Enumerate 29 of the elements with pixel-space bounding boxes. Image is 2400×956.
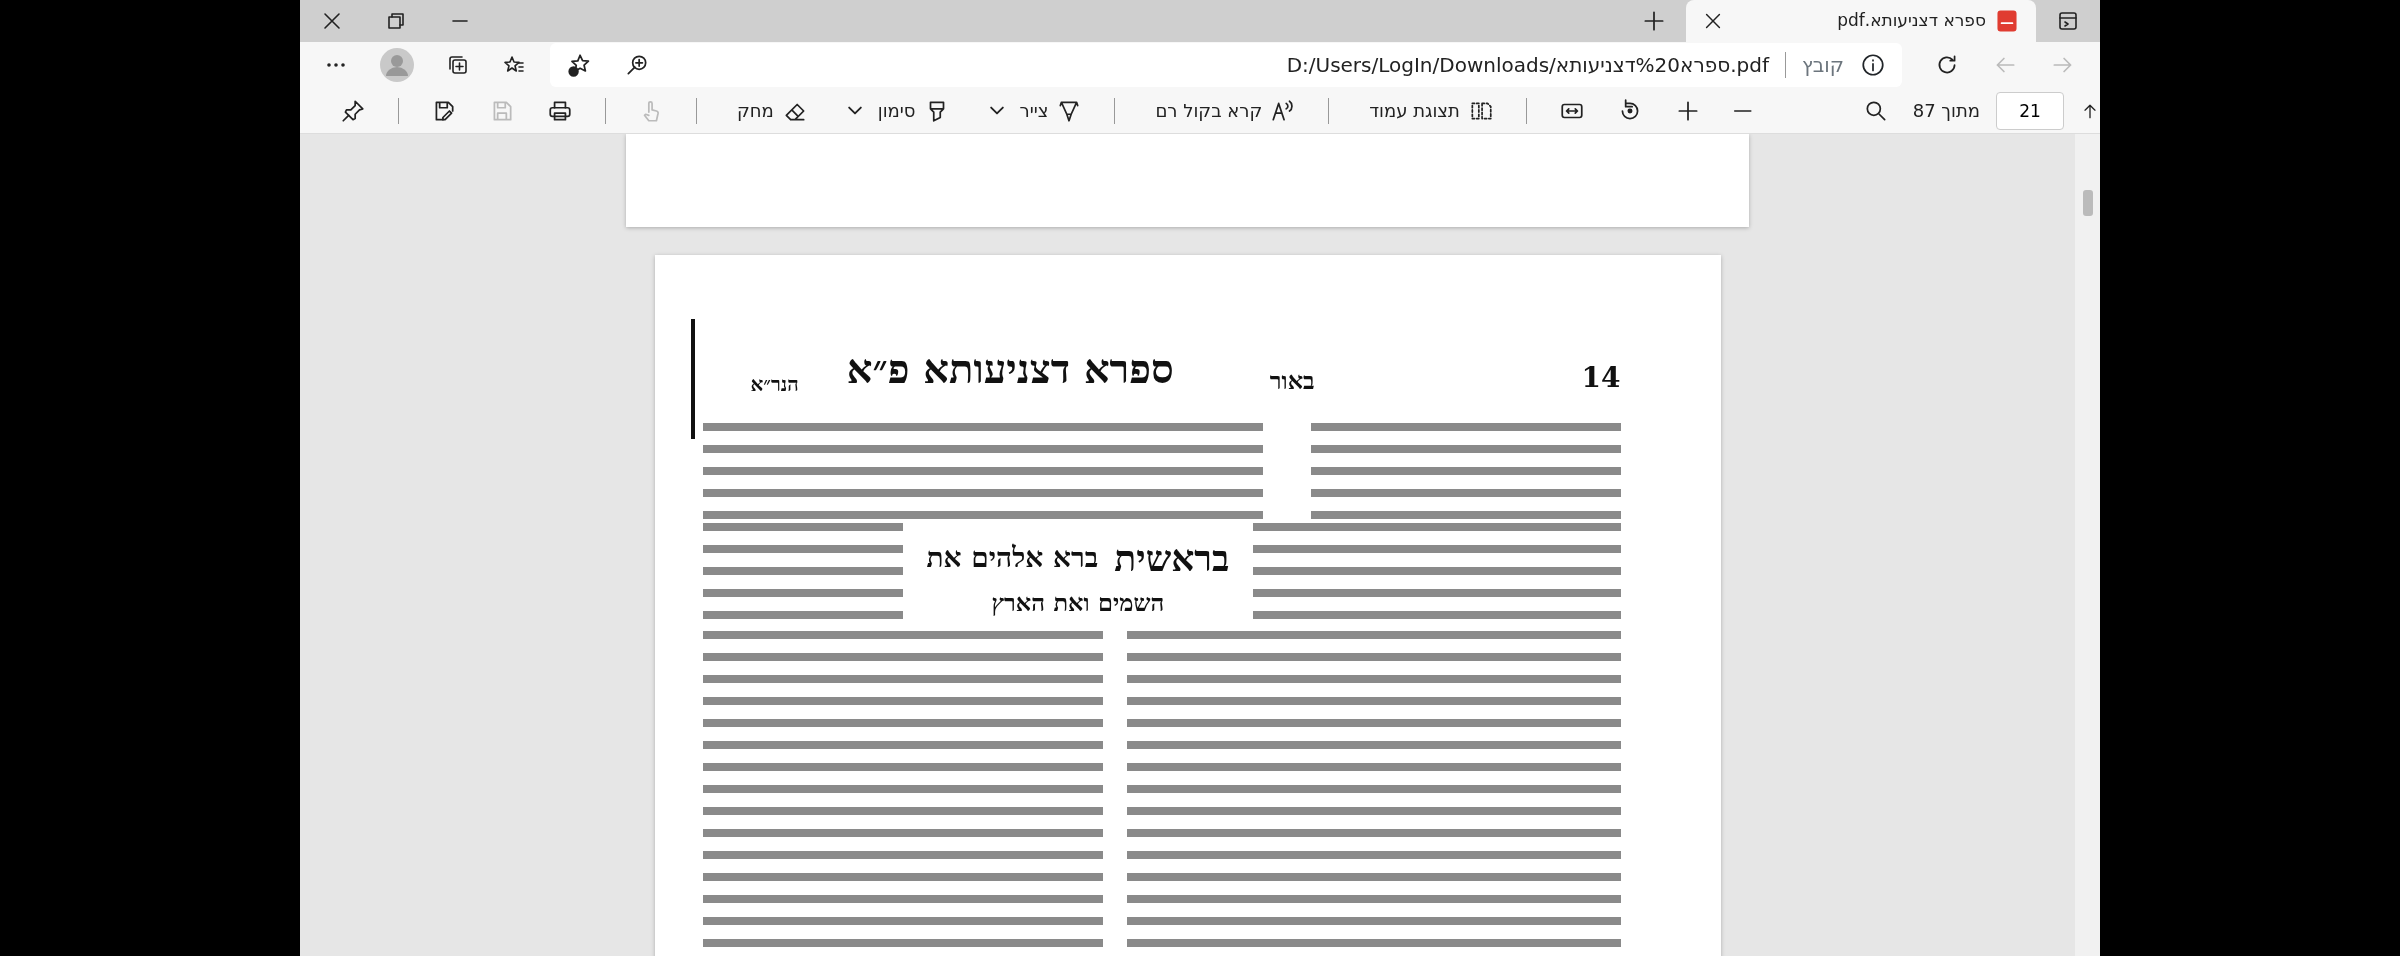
zoom-out-button[interactable] xyxy=(1732,108,1753,113)
header-text: באור xyxy=(1269,365,1315,397)
page-number-field[interactable]: 21 xyxy=(1996,91,2064,130)
browser-tab[interactable]: ספרא דצניעותא.pdf xyxy=(1686,0,2036,42)
page-view-button[interactable]: תצוגת עמוד xyxy=(1361,97,1494,125)
page-title: ספרא דצניעותא פ״א xyxy=(846,344,1174,394)
url-text: D:/Users/LogIn/Downloads/ספרא%20דצניעותא.pdf xyxy=(1286,52,1769,80)
verse-text: השמים ואת הארץ xyxy=(991,587,1165,619)
scrollbar-thumb[interactable] xyxy=(2082,190,2093,216)
pin-button[interactable] xyxy=(340,97,366,124)
tab-title: ספרא דצניעותא.pdf xyxy=(1837,9,1986,33)
info-icon xyxy=(1860,52,1886,79)
eraser-button[interactable]: מחק xyxy=(729,97,808,125)
highlighter-button[interactable]: סימון xyxy=(847,97,950,125)
profile-avatar[interactable] xyxy=(380,48,414,83)
scheme-label: קובץ xyxy=(1802,52,1844,80)
pdf-file-icon xyxy=(1994,8,2020,34)
zoom-out-icon xyxy=(1732,108,1753,113)
verse-heading: בראשית xyxy=(1114,536,1230,581)
pen-button[interactable]: צייר xyxy=(989,97,1083,125)
add-favorite-icon[interactable] xyxy=(566,52,592,79)
pin-icon xyxy=(340,97,366,124)
page-total-label: מתוך 87 xyxy=(1912,99,1980,124)
address-bar[interactable]: D:/Users/LogIn/Downloads/ספרא%20דצניעותא.pdf קובץ xyxy=(550,43,1902,88)
header-text: הנר״א xyxy=(750,371,799,398)
page-number: 14 xyxy=(1581,360,1621,396)
verse-text: ברא אלהים את xyxy=(926,540,1099,576)
scrollbar[interactable] xyxy=(2075,134,2100,956)
read-aloud-button[interactable]: קרא בקול רם xyxy=(1147,97,1297,125)
